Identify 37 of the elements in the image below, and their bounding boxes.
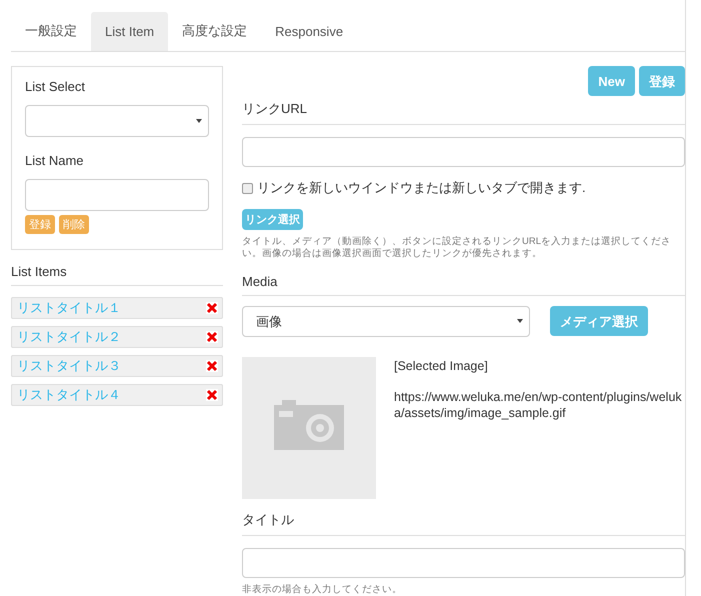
delete-icon[interactable]	[206, 389, 218, 401]
help-text: タイトル、メディア（動画除く）、ボタンに設定されるリンクURLを入力または選択してください。画像の場合は画像選択画面で選択したリンクが優先されます。	[242, 236, 672, 260]
tab[interactable]: List Item	[91, 12, 168, 51]
tab[interactable]: Responsive	[261, 12, 358, 51]
section-heading: タイトル	[242, 510, 685, 536]
tab[interactable]: 一般設定	[11, 12, 91, 51]
action-button[interactable]: 登録	[639, 66, 685, 96]
tab[interactable]: 高度な設定	[168, 12, 262, 51]
list-select[interactable]	[25, 105, 209, 137]
section-heading: リンクURL	[242, 100, 685, 125]
delete-icon[interactable]	[206, 360, 218, 372]
list-item-link[interactable]: リストタイトル１	[17, 299, 121, 317]
list-item-link[interactable]: リストタイトル３	[17, 357, 121, 375]
section-heading: List Items	[11, 264, 223, 286]
url-field[interactable]	[242, 137, 685, 167]
selected-image-label: [Selected Image]	[394, 358, 489, 373]
list-action-button[interactable]: 登録	[25, 215, 55, 234]
checkbox-label: リンクを新しいウインドウまたは新しいタブで開きます.	[257, 179, 586, 197]
list-item-link[interactable]: リストタイトル４	[17, 386, 121, 404]
title-field[interactable]	[242, 548, 685, 578]
delete-icon[interactable]	[206, 302, 218, 314]
checkbox[interactable]	[242, 182, 253, 194]
caret-icon	[196, 119, 202, 123]
delete-icon[interactable]	[206, 331, 218, 343]
image-url: https://www.weluka.me/en/wp-content/plugins/weluka/assets/img/image_sample.gif	[394, 388, 683, 422]
list-item-link[interactable]: リストタイトル２	[17, 328, 121, 346]
list-action-button[interactable]: 削除	[59, 215, 89, 234]
input-field[interactable]	[25, 179, 209, 211]
link-select-button[interactable]: リンク選択	[242, 209, 303, 230]
media-type-select[interactable]: 画像	[242, 306, 530, 337]
action-button[interactable]: New	[588, 66, 635, 96]
media-select-button[interactable]: メディア選択	[550, 306, 648, 336]
field-label: List Name	[25, 153, 85, 168]
caret-icon	[517, 319, 523, 324]
help-text: 非表示の場合も入力してください。	[242, 584, 403, 596]
field-label: List Select	[25, 79, 86, 94]
section-heading: Media	[242, 274, 685, 296]
